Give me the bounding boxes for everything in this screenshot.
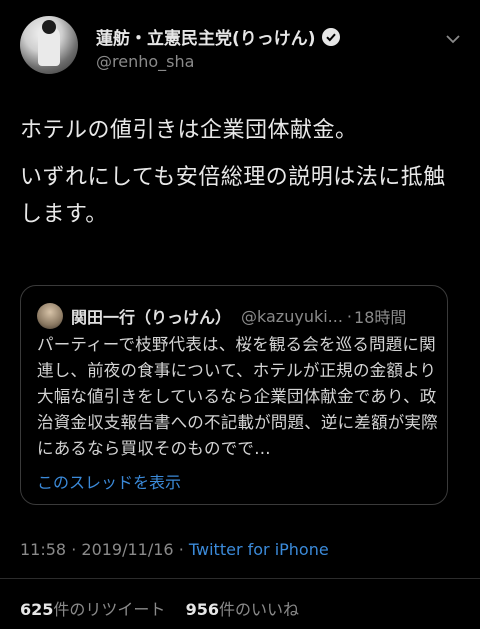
verified-badge-icon (321, 27, 340, 46)
tweet-stats: 625件のリツイート 956件のいいね (20, 596, 299, 620)
quoted-author-handle: @kazuyuki... (241, 306, 343, 326)
likes-count: 956 (185, 600, 220, 619)
likes-label: 件のいいね (219, 600, 300, 619)
tweet-text: ホテルの値引きは企業団体献金。 いずれにしても安倍総理の説明は法に抵触します。 (20, 112, 465, 233)
retweets-stat[interactable]: 625件のリツイート (20, 600, 165, 619)
chevron-down-icon[interactable] (444, 30, 462, 48)
divider (0, 578, 480, 579)
separator-dot: · (346, 306, 353, 326)
retweets-label: 件のリツイート (53, 600, 166, 619)
tweet-source-link[interactable]: Twitter for iPhone (189, 540, 329, 559)
quoted-tweet-time: 18時間 (354, 308, 407, 327)
author-avatar[interactable] (20, 16, 78, 74)
show-thread-link[interactable]: このスレッドを表示 (37, 469, 181, 493)
quoted-tweet-card[interactable]: 関田一行（りっけん） @kazuyuki... · 18時間 パーティーで枝野代… (20, 285, 448, 505)
quoted-tweet-header: 関田一行（りっけん） @kazuyuki... · 18時間 (37, 303, 437, 329)
tweet-date: 2019/11/16 (81, 540, 174, 559)
meta-separator: · (71, 540, 77, 559)
author-name-row[interactable]: 蓮舫・立憲民主党(りっけん) (96, 24, 340, 49)
tweet-paragraph: ホテルの値引きは企業団体献金。 (20, 118, 358, 143)
tweet-paragraph: いずれにしても安倍総理の説明は法に抵触します。 (20, 165, 446, 227)
meta-separator: · (178, 540, 184, 559)
author-handle[interactable]: @renho_sha (96, 52, 194, 71)
retweets-count: 625 (20, 600, 54, 619)
tweet-meta: 11:58 · 2019/11/16 · Twitter for iPhone (20, 540, 329, 559)
author-name[interactable]: 蓮舫・立憲民主党(りっけん) (96, 24, 316, 49)
quoted-tweet-body: パーティーで枝野代表は、桜を観る会を巡る問題に関連し、前夜の食事について、ホテル… (37, 335, 438, 458)
tweet-time: 11:58 (20, 540, 67, 559)
quoted-author-avatar (37, 303, 63, 329)
likes-stat[interactable]: 956件のいいね (186, 600, 299, 619)
quoted-author-name: 関田一行（りっけん） (71, 308, 232, 327)
avatar-head (42, 20, 56, 34)
tweet-header: 蓮舫・立憲民主党(りっけん) @renho_sha (20, 16, 468, 76)
